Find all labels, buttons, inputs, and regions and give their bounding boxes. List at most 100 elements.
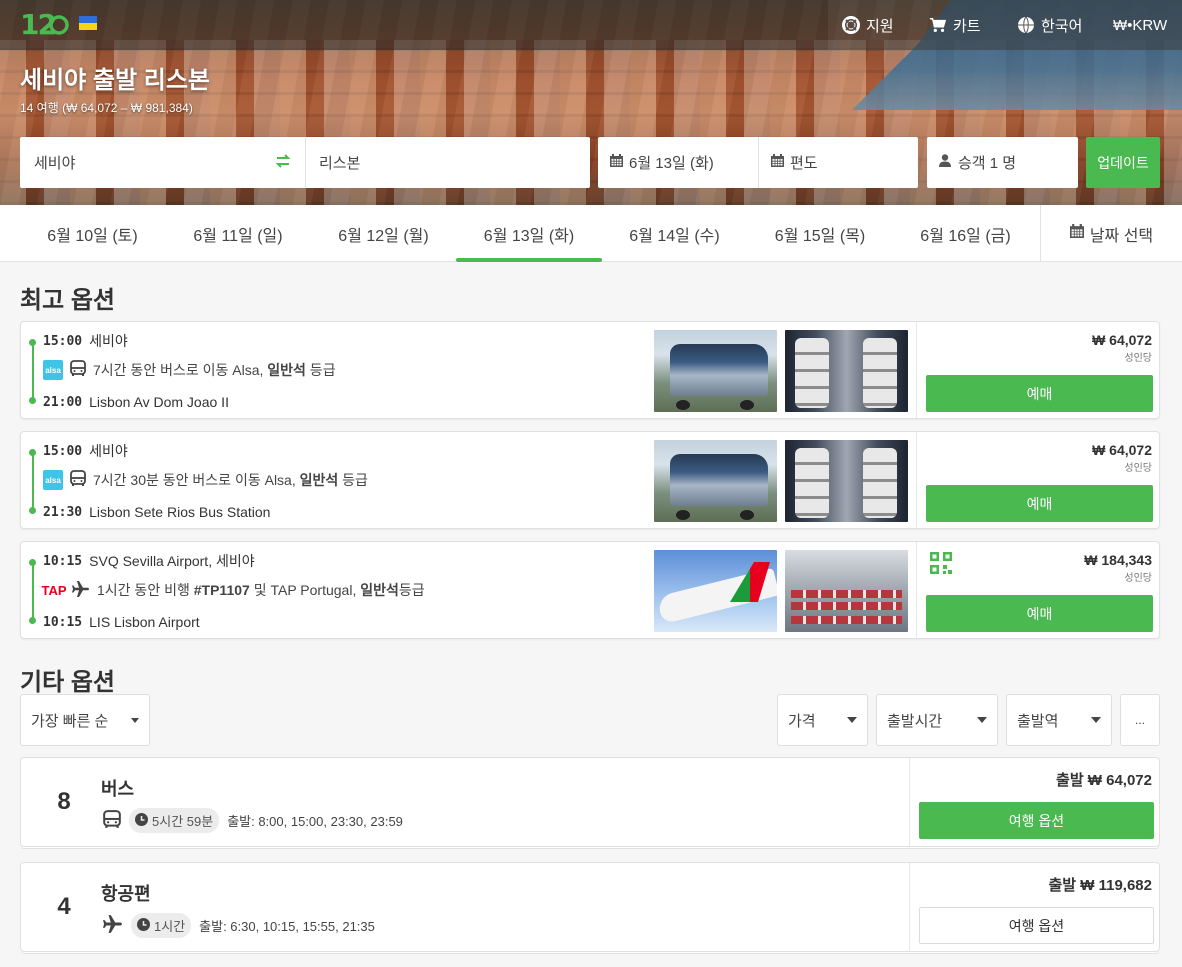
book-button[interactable]: 예매 [926, 485, 1153, 522]
trip-card[interactable]: 15:00 세비야 alsa 7시간 동안 버스로 이동 Alsa, 일반석 등급… [20, 321, 1160, 419]
date-tab-active[interactable]: 6월 13일 (화) [456, 205, 602, 262]
trip-type-value: 편도 [790, 155, 818, 172]
plane-photo[interactable] [654, 550, 777, 632]
book-button[interactable]: 예매 [926, 375, 1153, 412]
calendar-icon [771, 154, 784, 171]
trip-type-field[interactable]: 편도 [759, 137, 918, 188]
bus-photo[interactable] [654, 440, 777, 522]
from-value: 세비야 [34, 155, 76, 172]
date-tab[interactable]: 6월 16일 (금) [893, 205, 1038, 262]
trip-description: 1시간 동안 비행 #TP1107 및 TAP Portugal, 일반석등급 [97, 582, 425, 598]
date-field[interactable]: 6월 13일 (화) [598, 137, 758, 188]
passengers-field[interactable]: 승객 1 명 [927, 137, 1078, 188]
departure-place: 세비야 [89, 333, 128, 349]
price: ₩ 64,072 [1092, 332, 1152, 348]
bus-options-group[interactable]: 8 버스 5시간 59분 출발: 8:00, 15:00, 23:30, 23:… [20, 757, 1160, 847]
site-logo[interactable]: 12 [20, 8, 70, 47]
date-tab-label: 6월 11일 (일) [193, 227, 283, 245]
trip-options-button[interactable]: 여행 옵션 [919, 802, 1154, 839]
pick-date-label: 날짜 선택 [1089, 227, 1154, 245]
group-name: 버스 [101, 779, 135, 799]
duration-badge: 5시간 59분 [129, 808, 220, 833]
price: ₩ 184,343 [1084, 552, 1152, 568]
globe-icon [1017, 16, 1035, 34]
departure-time-filter[interactable]: 출발시간 [876, 694, 998, 746]
trip-description: 7시간 동안 버스로 이동 Alsa, 일반석 등급 [93, 362, 336, 378]
bus-photo[interactable] [654, 330, 777, 412]
date-value: 6월 13일 (화) [629, 155, 714, 172]
departure-time: 15:00 [43, 333, 83, 349]
date-tab[interactable]: 6월 15일 (목) [747, 205, 893, 262]
departure-place: SVQ Sevilla Airport, 세비야 [89, 553, 255, 569]
alsa-logo: alsa [43, 470, 63, 490]
date-tab-label: 6월 16일 (금) [920, 227, 1011, 245]
cart-icon [929, 16, 947, 34]
cart-link[interactable]: 카트 [929, 0, 981, 50]
lifebuoy-icon [842, 16, 860, 34]
from-price: 출발 ₩ 119,682 [1048, 877, 1153, 894]
best-options-heading: 최고 옵션 [20, 287, 115, 314]
price: ₩ 64,072 [1092, 442, 1152, 458]
plane-cabin-photo[interactable] [785, 550, 908, 632]
price-filter-label: 가격 [788, 712, 816, 730]
to-field[interactable]: 리스본 [306, 137, 590, 188]
pick-date-button[interactable]: 날짜 선택 [1040, 205, 1182, 262]
group-name: 항공편 [101, 884, 151, 904]
date-tab[interactable]: 6월 14일 (수) [602, 205, 747, 262]
more-filters-button[interactable]: ... [1120, 694, 1160, 746]
duration-value: 5시간 59분 [152, 814, 214, 829]
departure-station-filter[interactable]: 출발역 [1006, 694, 1112, 746]
date-tab[interactable]: 6월 12일 (월) [311, 205, 456, 262]
page-title: 세비야 출발 리스본 [20, 67, 210, 94]
date-tab-label: 6월 13일 (화) [483, 227, 575, 245]
date-tab-label: 6월 14일 (수) [629, 227, 720, 245]
plane-icon [72, 580, 90, 600]
tap-portugal-logo: TAP [41, 580, 67, 600]
bus-icon [103, 809, 121, 832]
duration-value: 1시간 [154, 919, 186, 934]
bus-interior-photo[interactable] [785, 330, 908, 412]
support-label: 지원 [866, 17, 894, 35]
other-options-heading: 기타 옵션 [20, 669, 115, 696]
alsa-logo: alsa [43, 360, 63, 380]
currency-selector[interactable]: ₩•KRW [1113, 0, 1167, 50]
arrival-time: 21:30 [43, 504, 83, 520]
from-price: 출발 ₩ 64,072 [1056, 772, 1152, 789]
departure-place: 세비야 [89, 443, 128, 459]
departure-times: 출발: 8:00, 15:00, 23:30, 23:59 [227, 814, 403, 829]
caret-down-icon [977, 717, 987, 723]
plane-icon [103, 915, 123, 936]
calendar-icon [1069, 224, 1084, 243]
calendar-icon [610, 154, 623, 171]
passengers-value: 승객 1 명 [958, 155, 1017, 172]
duration-badge: 1시간 [131, 913, 192, 938]
option-count: 8 [57, 788, 71, 815]
price-filter[interactable]: 가격 [777, 694, 868, 746]
date-tab-label: 6월 15일 (목) [774, 227, 866, 245]
date-tabs: 6월 10일 (토) 6월 11일 (일) 6월 12일 (월) 6월 13일 … [0, 205, 1182, 262]
trip-options-button[interactable]: 여행 옵션 [919, 907, 1154, 944]
date-tab[interactable]: 6월 11일 (일) [165, 205, 311, 262]
trip-card[interactable]: 10:15 SVQ Sevilla Airport, 세비야 TAP 1시간 동안… [20, 541, 1160, 639]
date-tab[interactable]: 6월 10일 (토) [20, 205, 165, 262]
departure-time-filter-label: 출발시간 [887, 712, 943, 730]
trip-description: 7시간 30분 동안 버스로 이동 Alsa, 일반석 등급 [93, 472, 368, 488]
language-selector[interactable]: 한국어 [1017, 0, 1082, 50]
flight-options-group[interactable]: 4 항공편 1시간 출발: 6:30, 10:15, 15:55, 21:35 … [20, 862, 1160, 952]
trip-card[interactable]: 15:00 세비야 alsa 7시간 30분 동안 버스로 이동 Alsa, 일반… [20, 431, 1160, 529]
update-button[interactable]: 업데이트 [1086, 137, 1160, 188]
from-field[interactable]: 세비야 [20, 137, 305, 188]
book-button[interactable]: 예매 [926, 595, 1153, 632]
support-link[interactable]: 지원 [842, 0, 894, 50]
bus-icon [70, 470, 86, 490]
date-tab-label: 6월 12일 (월) [338, 227, 429, 245]
date-trip-box: 6월 13일 (화) 편도 [598, 137, 918, 188]
sort-dropdown[interactable]: 가장 빠른 순 [20, 694, 150, 746]
swap-icon[interactable] [275, 153, 291, 173]
caret-down-icon [1091, 717, 1101, 723]
arrival-place: Lisbon Av Dom Joao II [89, 394, 229, 410]
clock-icon [137, 917, 150, 934]
ukraine-flag-icon [79, 16, 97, 30]
bus-interior-photo[interactable] [785, 440, 908, 522]
bus-icon [70, 360, 86, 380]
